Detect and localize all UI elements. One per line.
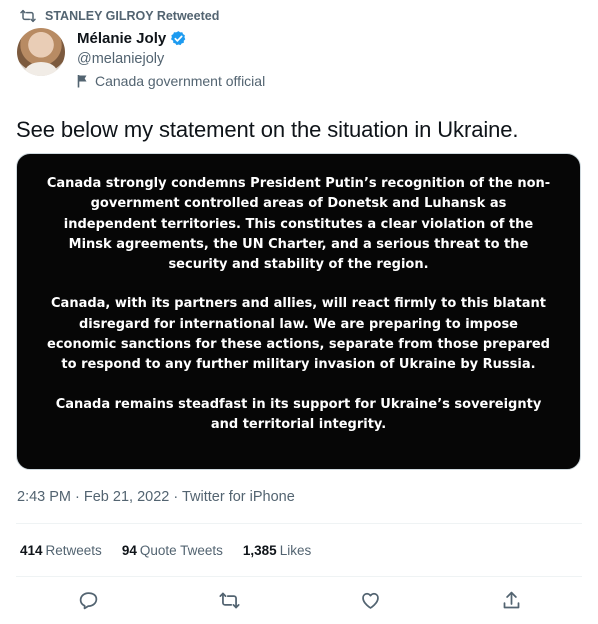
- retweet-icon: [20, 9, 36, 23]
- likes-label: Likes: [279, 543, 312, 558]
- action-bar: [0, 588, 598, 612]
- verified-badge-icon: [170, 30, 187, 47]
- retweets-count: 414: [20, 543, 43, 558]
- retweet-button[interactable]: [217, 588, 241, 612]
- reply-button[interactable]: [76, 588, 100, 612]
- retweet-icon: [218, 592, 240, 608]
- government-label[interactable]: Canada government official: [77, 73, 265, 89]
- government-label-text: Canada government official: [95, 73, 266, 89]
- avatar[interactable]: [17, 28, 65, 76]
- author-name[interactable]: Mélanie Joly: [77, 30, 166, 47]
- likes-count: 1,385: [242, 543, 277, 558]
- engagement-stats: 414 Retweets 94 Quote Tweets 1,385 Likes: [20, 543, 331, 558]
- retweets-label: Retweets: [45, 543, 102, 558]
- heart-icon: [361, 592, 379, 609]
- quote-tweets-label: Quote Tweets: [139, 543, 223, 558]
- statement-paragraph: Canada strongly condemns President Putin…: [46, 176, 551, 273]
- quote-tweets-stat[interactable]: 94 Quote Tweets: [122, 543, 223, 558]
- retweeted-by[interactable]: STANLEY GILROY Retweeted: [20, 8, 219, 24]
- statement-paragraph: Canada, with its partners and allies, wi…: [47, 296, 550, 373]
- divider: [16, 523, 582, 524]
- author-handle[interactable]: @melaniejoly: [77, 51, 265, 67]
- likes-stat[interactable]: 1,385 Likes: [243, 543, 311, 558]
- statement-image[interactable]: Canada strongly condemns President Putin…: [16, 153, 581, 470]
- retweets-stat[interactable]: 414 Retweets: [20, 543, 102, 558]
- divider: [16, 576, 582, 577]
- reply-icon: [79, 591, 97, 609]
- like-button[interactable]: [358, 588, 382, 612]
- flag-icon: [77, 75, 87, 88]
- tweet-timestamp[interactable]: 2:43 PM · Feb 21, 2022 · Twitter for iPh…: [17, 489, 295, 505]
- share-button[interactable]: [499, 588, 523, 612]
- retweeted-by-text: STANLEY GILROY Retweeted: [45, 9, 220, 23]
- statement-paragraph: Canada remains steadfast in its support …: [55, 396, 542, 432]
- tweet-text: See below my statement on the situation …: [16, 117, 519, 142]
- share-icon: [503, 591, 519, 608]
- author-block: Mélanie Joly @melaniejoly Canada governm…: [17, 28, 265, 89]
- quote-tweets-count: 94: [121, 543, 137, 558]
